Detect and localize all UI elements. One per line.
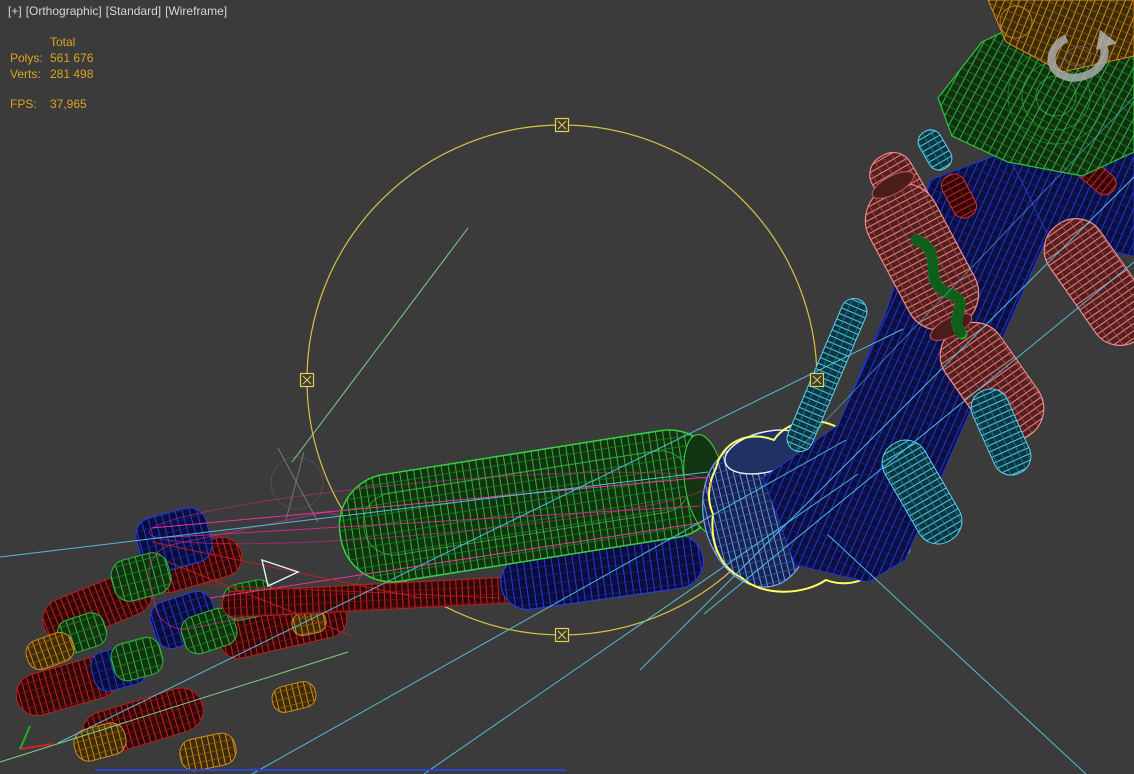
stats-spacer — [10, 34, 50, 50]
statistics-overlay: Total Polys: 561 676 Verts: 281 498 FPS:… — [10, 34, 93, 112]
stats-total-header: Total — [50, 35, 76, 49]
stats-verts-value: 281 498 — [50, 67, 94, 81]
rotation-gizmo-handle-bottom[interactable] — [554, 627, 570, 643]
viewport-menu-pov[interactable]: [Orthographic] — [26, 4, 102, 18]
stats-fps-label: FPS: — [10, 97, 37, 111]
stats-polys-label: Polys: — [10, 51, 43, 65]
stats-verts-label: Verts: — [10, 67, 41, 81]
rotation-gizmo-handle-top[interactable] — [554, 117, 570, 133]
rotation-gizmo-handle-left[interactable] — [299, 372, 315, 388]
viewport-menu-shading[interactable]: [Wireframe] — [165, 4, 227, 18]
viewport-label-bar: [+] [Orthographic] [Standard] [Wireframe… — [8, 4, 227, 18]
stats-polys-value: 561 676 — [50, 51, 94, 65]
viewport-menu-style[interactable]: [Standard] — [106, 4, 161, 18]
stats-fps-value: 37,965 — [50, 97, 87, 111]
viewport-menu-general[interactable]: [+] — [8, 4, 22, 18]
wireframe-scene — [0, 0, 1134, 774]
3d-viewport[interactable]: [+] [Orthographic] [Standard] [Wireframe… — [0, 0, 1134, 774]
rotation-gizmo-handle-right[interactable] — [809, 372, 825, 388]
